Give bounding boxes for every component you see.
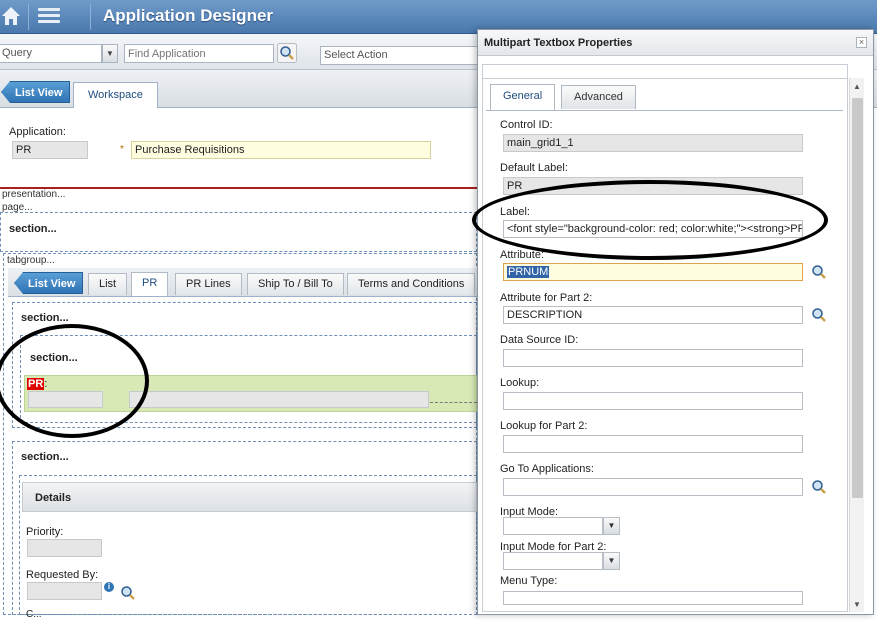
row-dashed-line	[430, 402, 477, 403]
tabgroup-label: tabgroup...	[7, 255, 55, 266]
search-icon[interactable]	[811, 479, 827, 498]
label-field[interactable]: <font style="background-color: red; colo…	[503, 220, 803, 238]
attribute-part2-label: Attribute for Part 2:	[500, 292, 593, 304]
scrollbar-thumb[interactable]	[852, 98, 863, 498]
lookup-part2-label: Lookup for Part 2:	[500, 420, 588, 432]
tab-workspace[interactable]: Workspace	[73, 82, 158, 108]
data-source-id-label: Data Source ID:	[500, 334, 579, 346]
pr-label-colon: :	[44, 378, 48, 390]
pr-red-label: PR	[27, 378, 45, 390]
scroll-up-icon[interactable]: ▲	[853, 82, 861, 91]
dialog-frame-top	[482, 64, 848, 78]
dialog-scrollbar[interactable]: ▲ ▼	[849, 78, 864, 612]
section-label-3: section...	[30, 352, 78, 364]
presentation-label: presentation...	[2, 189, 66, 200]
priority-label: Priority:	[26, 526, 64, 538]
close-icon[interactable]: ×	[856, 37, 867, 48]
attribute-field[interactable]: PRNUM	[503, 263, 803, 281]
priority-field[interactable]	[27, 539, 102, 557]
scroll-down-icon[interactable]: ▼	[853, 600, 861, 609]
search-icon[interactable]	[120, 585, 136, 604]
tab-general[interactable]: General	[490, 84, 556, 111]
home-icon[interactable]	[0, 4, 22, 28]
pr-description-field[interactable]	[129, 391, 429, 408]
app-title: Application Designer	[103, 6, 274, 25]
lookup-field[interactable]	[503, 392, 803, 410]
section-label: section...	[9, 223, 57, 235]
dialog-title-bar[interactable]: Multipart Textbox Properties ×	[478, 30, 873, 56]
input-mode-dropdown-button[interactable]: ▼	[603, 517, 620, 535]
control-id-field[interactable]: main_grid1_1	[503, 134, 803, 152]
data-source-id-field[interactable]	[503, 349, 803, 367]
section-label-4: section...	[21, 451, 69, 463]
go-to-applications-label: Go To Applications:	[500, 463, 594, 475]
requested-by-field[interactable]	[27, 582, 102, 600]
select-action-dropdown[interactable]: Select Action	[320, 46, 480, 65]
list-view-button[interactable]: List View	[1, 81, 71, 103]
requested-by-label: Requested By:	[26, 569, 99, 581]
section-container[interactable]: section...	[0, 212, 477, 252]
tab-pr-lines[interactable]: PR Lines	[175, 273, 242, 295]
inner-list-view-button[interactable]: List View	[14, 272, 84, 294]
find-application-input[interactable]	[124, 44, 274, 63]
info-icon[interactable]: i	[104, 582, 114, 592]
tab-terms-and-conditions[interactable]: Terms and Conditions	[347, 273, 476, 295]
label-label: Label:	[500, 206, 530, 218]
application-description-field[interactable]: Purchase Requisitions	[131, 141, 431, 159]
search-icon[interactable]	[277, 43, 297, 63]
pr-field-label: PR:	[27, 378, 47, 390]
attribute-selected-text: PRNUM	[507, 266, 550, 278]
application-field[interactable]: PR	[12, 141, 88, 159]
details-title: Details	[35, 492, 72, 504]
required-asterisk: *	[120, 144, 124, 155]
default-label-label: Default Label:	[500, 162, 568, 174]
red-divider	[0, 187, 477, 189]
tab-underline	[486, 110, 843, 111]
input-mode-select[interactable]	[503, 517, 603, 535]
go-to-applications-field[interactable]	[503, 478, 803, 496]
default-label-field[interactable]: PR	[503, 177, 803, 195]
input-mode-part2-dropdown-button[interactable]: ▼	[603, 552, 620, 570]
attribute-part2-field[interactable]: DESCRIPTION	[503, 306, 803, 324]
menu-type-label: Menu Type:	[500, 575, 558, 587]
query-dropdown-button[interactable]: ▼	[102, 44, 118, 63]
tab-advanced[interactable]: Advanced	[561, 85, 636, 109]
section-label-2: section...	[21, 312, 69, 324]
tab-pr[interactable]: PR	[131, 272, 169, 296]
pr-number-field[interactable]	[28, 391, 103, 408]
query-select[interactable]: Query	[0, 44, 102, 63]
details-header: Details	[22, 482, 477, 512]
lookup-label: Lookup:	[500, 377, 540, 389]
input-mode-part2-select[interactable]	[503, 552, 603, 570]
application-label: Application:	[9, 126, 66, 138]
lookup-part2-field[interactable]	[503, 435, 803, 453]
attribute-label: Attribute:	[500, 249, 545, 261]
banner-divider	[90, 4, 91, 30]
dialog-title: Multipart Textbox Properties	[484, 37, 633, 49]
banner-divider	[28, 4, 29, 30]
search-icon[interactable]	[811, 264, 827, 283]
tab-list[interactable]: List	[88, 273, 128, 295]
properties-dialog: Multipart Textbox Properties × General A…	[477, 29, 874, 615]
tab-ship-to-bill-to[interactable]: Ship To / Bill To	[247, 273, 344, 295]
menu-type-field[interactable]	[503, 591, 803, 605]
control-id-label: Control ID:	[500, 119, 553, 131]
menu-icon[interactable]	[38, 6, 60, 26]
search-icon[interactable]	[811, 307, 827, 326]
